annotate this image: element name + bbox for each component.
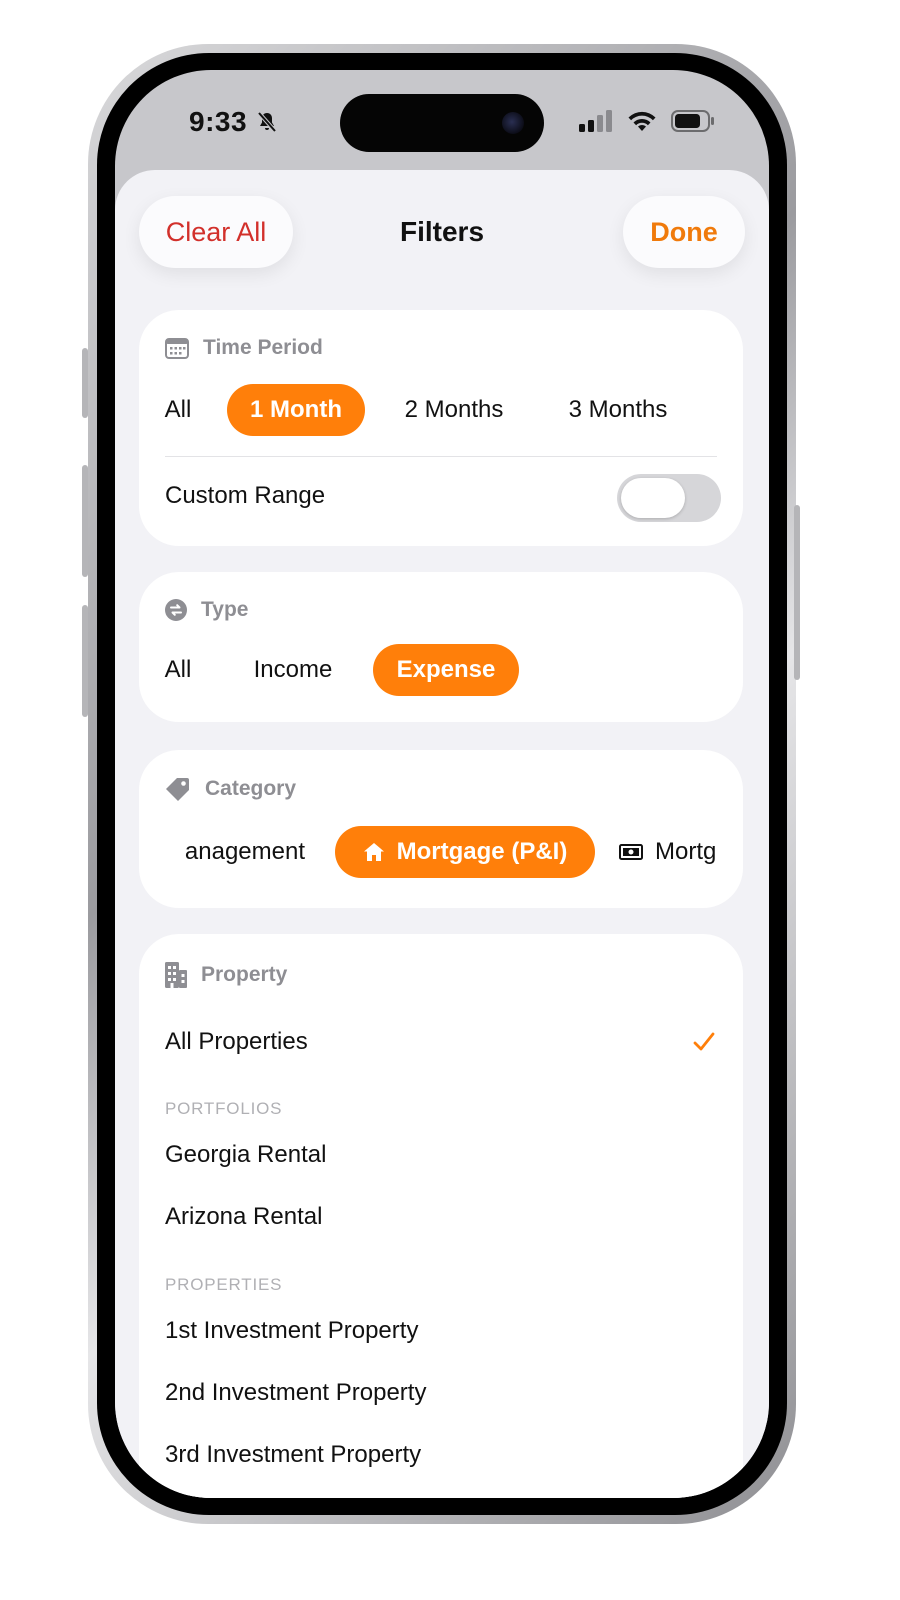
type-option-all[interactable]: All [143, 644, 213, 696]
action-button [82, 348, 88, 418]
type-option-expense[interactable]: Expense [373, 644, 519, 696]
tag-icon [166, 778, 189, 801]
category-option-mortgage[interactable]: Mortgage (P&I) [335, 826, 595, 878]
portfolios-header: PORTFOLIOS [165, 1099, 283, 1118]
banknote-icon [619, 844, 643, 860]
phone-screen: 9:33 Clear All Filters Done Time Period … [115, 70, 769, 1498]
status-time: 9:33 [189, 106, 248, 137]
time-period-label: Time Period [203, 336, 323, 359]
time-period-option-2-months[interactable]: 2 Months [379, 384, 529, 436]
type-header: Type [165, 598, 248, 622]
category-option-mortgage-label: Mortgage (P&I) [396, 838, 568, 865]
time-period-options: All 1 Month 2 Months 3 Months [143, 384, 693, 436]
property-card: Property All Properties PORTFOLIOS Georg… [139, 934, 743, 1498]
time-period-option-all[interactable]: All [143, 384, 213, 436]
category-option-next-label: Mortg [655, 838, 717, 865]
property-row[interactable]: 2nd Investment Property [165, 1379, 426, 1407]
property-header: Property [165, 962, 287, 988]
type-options: All Income Expense [143, 644, 519, 696]
custom-range-label: Custom Range [165, 482, 326, 509]
portfolio-row[interactable]: Georgia Rental [165, 1141, 326, 1169]
filters-sheet: Clear All Filters Done Time Period All 1… [115, 170, 769, 1498]
building-icon [165, 962, 187, 988]
volume-up-button [82, 465, 88, 577]
time-period-option-1-month[interactable]: 1 Month [227, 384, 365, 436]
time-period-card: Time Period All 1 Month 2 Months 3 Month… [139, 310, 743, 546]
calendar-icon [165, 338, 189, 359]
category-scroller[interactable]: anagement Mortgage (P&I) Mortg [165, 826, 717, 880]
battery-icon [671, 110, 714, 132]
camera-icon [502, 112, 524, 134]
volume-down-button [82, 605, 88, 717]
category-header: Category [165, 776, 296, 802]
done-button[interactable]: Done [623, 196, 745, 268]
wifi-icon [628, 111, 656, 131]
time-period-divider [165, 456, 717, 457]
type-label: Type [201, 598, 249, 621]
category-option-next[interactable]: Mortg [619, 826, 716, 878]
custom-range-toggle[interactable] [617, 474, 721, 522]
category-label: Category [205, 777, 297, 800]
properties-header: PROPERTIES [165, 1275, 283, 1294]
time-period-header: Time Period [165, 336, 323, 360]
bell-slash-icon [257, 111, 277, 133]
house-icon [363, 843, 384, 861]
category-card: Category anagement Mortgage (P&I) Mortg [139, 750, 743, 908]
status-indicators [579, 110, 715, 132]
all-properties-row[interactable]: All Properties [165, 1028, 308, 1056]
dynamic-island [340, 94, 544, 152]
property-label: Property [201, 963, 288, 986]
signal-icon [579, 110, 612, 132]
power-button [794, 505, 800, 680]
property-row[interactable]: 1st Investment Property [165, 1317, 418, 1345]
time-period-option-3-months[interactable]: 3 Months [543, 384, 693, 436]
portfolio-row[interactable]: Arizona Rental [165, 1203, 322, 1231]
toggle-knob [621, 478, 685, 518]
type-option-income[interactable]: Income [233, 644, 353, 696]
swap-icon [165, 599, 187, 621]
checkmark-icon [693, 1032, 715, 1051]
category-option-management[interactable]: anagement [165, 826, 305, 878]
type-card: Type All Income Expense [139, 572, 743, 722]
property-row[interactable]: 3rd Investment Property [165, 1441, 421, 1469]
